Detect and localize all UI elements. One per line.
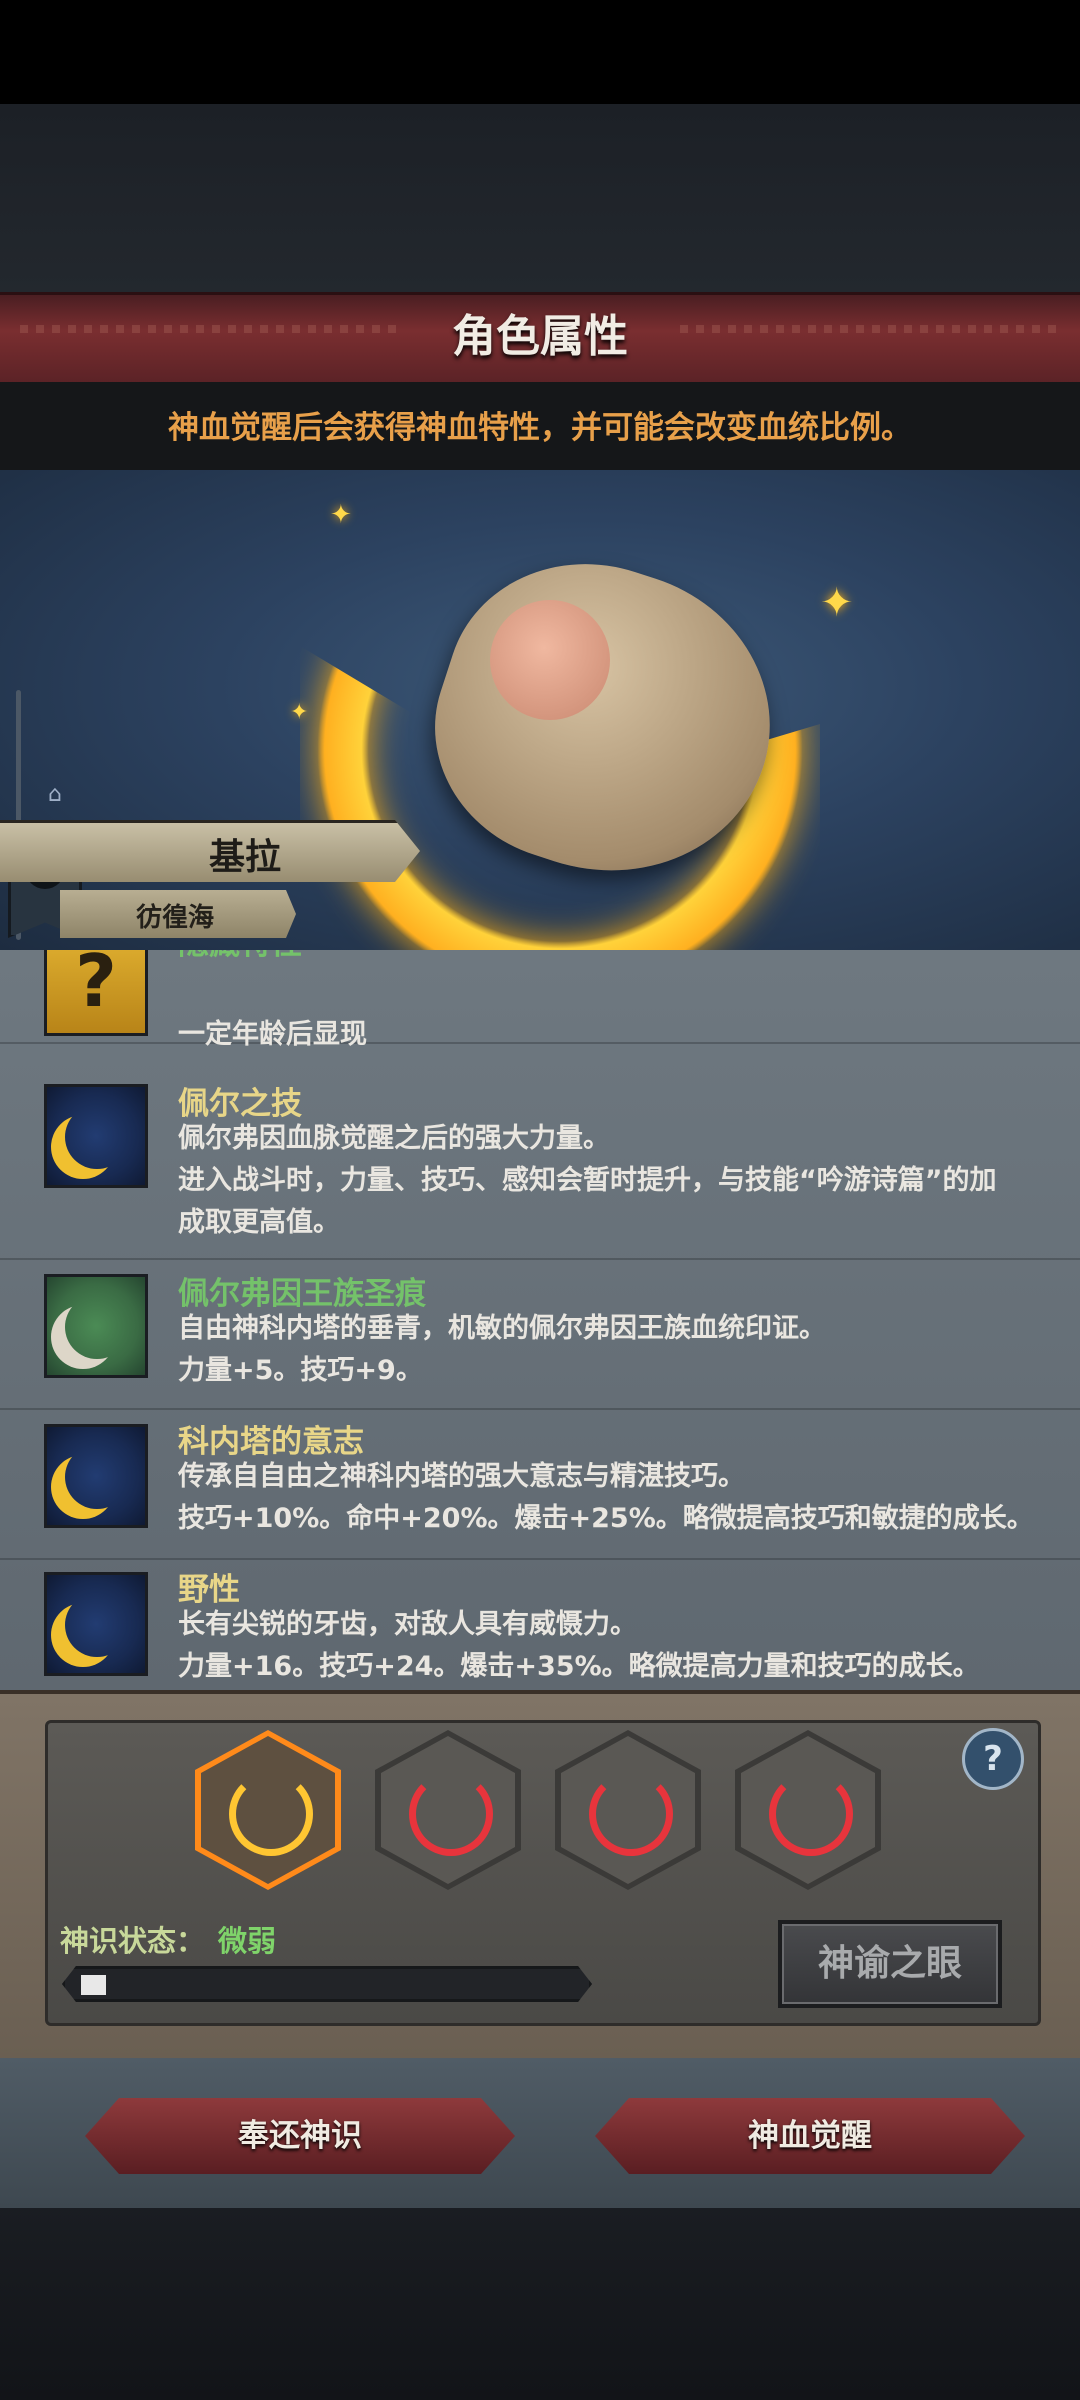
divine-status-value: 微弱 <box>218 1924 277 1958</box>
trait-description: 传承自自由之神科内塔的强大意志与精湛技巧。 技巧+10%。命中+20%。爆击+2… <box>178 1461 1034 1534</box>
sparkle-icon: ✦ <box>330 500 352 530</box>
trait-desc-line: 一定年龄后显现 <box>178 1019 367 1050</box>
trait-name: 科内塔的意志 <box>178 1424 364 1460</box>
trait-item: 佩尔之技 佩尔弗因血脉觉醒之后的强大力量。 进入战斗时，力量、技巧、感知会暂时提… <box>0 1072 1080 1260</box>
crescent-moon-icon <box>44 1424 148 1528</box>
trait-name: 佩尔之技 <box>178 1086 302 1122</box>
bottom-background <box>0 2208 1080 2400</box>
character-origin: 彷徨海 <box>135 903 214 933</box>
red-crescent-icon <box>589 1772 673 1856</box>
trait-item: 野性 长有尖锐的牙齿，对敌人具有威慑力。 力量+16。技巧+24。爆击+35%。… <box>0 1560 1080 1690</box>
crescent-moon-icon <box>44 1572 148 1676</box>
status-bar <box>0 0 1080 104</box>
help-icon[interactable]: ? <box>962 1728 1024 1790</box>
trait-item: 科内塔的意志 传承自自由之神科内塔的强大意志与精湛技巧。 技巧+10%。命中+2… <box>0 1410 1080 1560</box>
sparkle-icon: ✦ <box>290 700 309 725</box>
trait-list[interactable]: ? 隐藏特性 一定年龄后显现 佩尔之技 佩尔弗因血脉觉醒之后的强大力量。 进入战… <box>0 950 1080 1690</box>
sparkle-icon: ✦ <box>820 580 854 626</box>
red-crescent-icon <box>769 1772 853 1856</box>
crescent-moon-icon <box>44 1274 148 1378</box>
divine-status-label: 神识状态： <box>60 1924 206 1958</box>
home-icon[interactable]: ⌂ <box>48 782 74 808</box>
divine-slot-locked[interactable] <box>555 1730 701 1890</box>
divine-slot-active[interactable] <box>195 1730 341 1890</box>
divine-slot-locked[interactable] <box>375 1730 521 1890</box>
divine-progress-bar <box>62 1966 592 2002</box>
progress-fill <box>81 1975 106 1995</box>
gold-crescent-icon <box>229 1772 313 1856</box>
oracle-eye-button[interactable]: 神谕之眼 <box>778 1920 1002 2008</box>
header-background <box>0 104 1080 294</box>
trait-item: ? 隐藏特性 一定年龄后显现 <box>0 950 1080 1050</box>
divine-slot-locked[interactable] <box>735 1730 881 1890</box>
trait-description: 自由神科内塔的垂青，机敏的佩尔弗因王族血统印证。 力量+5。技巧+9。 <box>178 1313 826 1386</box>
character-name: 基拉 <box>208 837 281 878</box>
crescent-moon-icon <box>44 1084 148 1188</box>
divine-slots <box>195 1730 895 1890</box>
trait-name: 隐藏特性 <box>178 950 302 963</box>
trait-description: 佩尔弗因血脉觉醒之后的强大力量。 进入战斗时，力量、技巧、感知会暂时提升，与技能… <box>178 1123 997 1238</box>
trait-item: 佩尔弗因王族圣痕 自由神科内塔的垂青，机敏的佩尔弗因王族血统印证。 力量+5。技… <box>0 1260 1080 1410</box>
return-divine-sense-button[interactable]: 奉还神识 <box>85 2098 515 2174</box>
trait-description: 长有尖锐的牙齿，对敌人具有威慑力。 力量+16。技巧+24。爆击+35%。略微提… <box>178 1609 980 1682</box>
blood-awaken-button[interactable]: 神血觉醒 <box>595 2098 1025 2174</box>
baby-face-art <box>490 600 610 720</box>
page-subtitle: 神血觉醒后会获得神血特性，并可能会改变血统比例。 <box>168 410 912 446</box>
red-crescent-icon <box>409 1772 493 1856</box>
trait-name: 佩尔弗因王族圣痕 <box>178 1276 426 1312</box>
trait-name: 野性 <box>178 1572 240 1608</box>
question-icon: ? <box>44 950 148 1036</box>
page-title: 角色属性 <box>452 311 628 362</box>
